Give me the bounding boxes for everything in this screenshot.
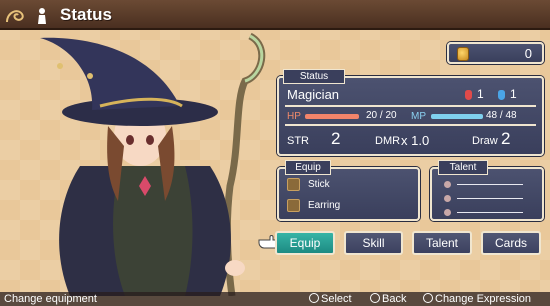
divider xyxy=(285,124,536,126)
talent-dot-icon xyxy=(444,194,451,202)
equip-item-stick[interactable]: Stick xyxy=(287,178,330,191)
empty-talent-line xyxy=(457,211,523,213)
talent-slot[interactable] xyxy=(444,207,523,218)
back-label: Back xyxy=(382,293,407,305)
talent-button[interactable]: Talent xyxy=(412,231,472,255)
witch-character-portrait xyxy=(40,32,266,296)
talent-dot-icon xyxy=(444,208,451,216)
draw-label: Draw xyxy=(472,135,498,147)
empty-talent-line xyxy=(457,183,523,185)
gold-coin-icon xyxy=(457,47,469,61)
equip-button[interactable]: Equip xyxy=(275,231,335,255)
equip-panel: Stick Earring xyxy=(277,167,420,221)
change-expression-label: Change Expression xyxy=(435,293,532,305)
skill-button[interactable]: Skill xyxy=(344,231,403,255)
status-panel: Magician 1 1 HP 20 / 20 MP 48 / 48 STR 2… xyxy=(277,76,544,156)
footer-hint: Change equipment xyxy=(4,293,97,305)
gold-panel: 0 xyxy=(447,42,544,64)
hp-label: HP xyxy=(287,111,301,122)
mp-bar xyxy=(431,114,483,119)
earring-icon xyxy=(287,199,300,212)
talent-slot[interactable] xyxy=(444,193,523,204)
str-label: STR xyxy=(287,135,309,147)
red-potion-icon xyxy=(465,90,472,100)
class-name: Magician xyxy=(287,87,340,102)
gamepad-button-icon xyxy=(423,293,433,303)
talent-panel xyxy=(430,167,544,221)
talent-dot-icon xyxy=(444,180,451,188)
person-icon xyxy=(38,8,46,24)
mp-value: 48 / 48 xyxy=(486,110,517,121)
hp-value: 20 / 20 xyxy=(366,110,397,121)
talent-slot[interactable] xyxy=(444,179,523,190)
gold-value: 0 xyxy=(524,46,532,61)
back-control[interactable]: Back xyxy=(370,293,406,305)
blue-potion-count: 1 xyxy=(510,87,517,101)
divider xyxy=(285,105,536,107)
str-value: 2 xyxy=(331,129,341,148)
select-label: Select xyxy=(321,293,352,305)
page-title: Status xyxy=(60,5,112,24)
hp-bar xyxy=(305,114,359,119)
talent-tab-label: Talent xyxy=(438,160,488,175)
gamepad-button-icon xyxy=(309,293,319,303)
dmr-label: DMR xyxy=(375,135,401,147)
cards-button[interactable]: Cards xyxy=(481,231,541,255)
equip-tab-label: Equip xyxy=(285,160,331,175)
blue-potion-icon xyxy=(498,90,505,100)
stick-icon xyxy=(287,178,300,191)
equip-item-label: Earring xyxy=(308,200,341,211)
change-expression-control[interactable]: Change Expression xyxy=(423,293,531,305)
mp-label: MP xyxy=(411,111,426,122)
equip-item-label: Stick xyxy=(308,179,330,190)
draw-value: 2 xyxy=(501,129,511,148)
equip-item-earring[interactable]: Earring xyxy=(287,199,340,212)
select-control[interactable]: Select xyxy=(309,293,352,305)
status-tab-label: Status xyxy=(283,69,345,84)
footer-bar: Change equipment Select Back Change Expr… xyxy=(0,292,550,306)
red-potion-count: 1 xyxy=(477,87,484,101)
empty-talent-line xyxy=(457,197,523,199)
dmr-value: x 1.0 xyxy=(401,133,430,148)
swirl-ornament-icon xyxy=(6,10,24,23)
gamepad-button-icon xyxy=(370,293,380,303)
